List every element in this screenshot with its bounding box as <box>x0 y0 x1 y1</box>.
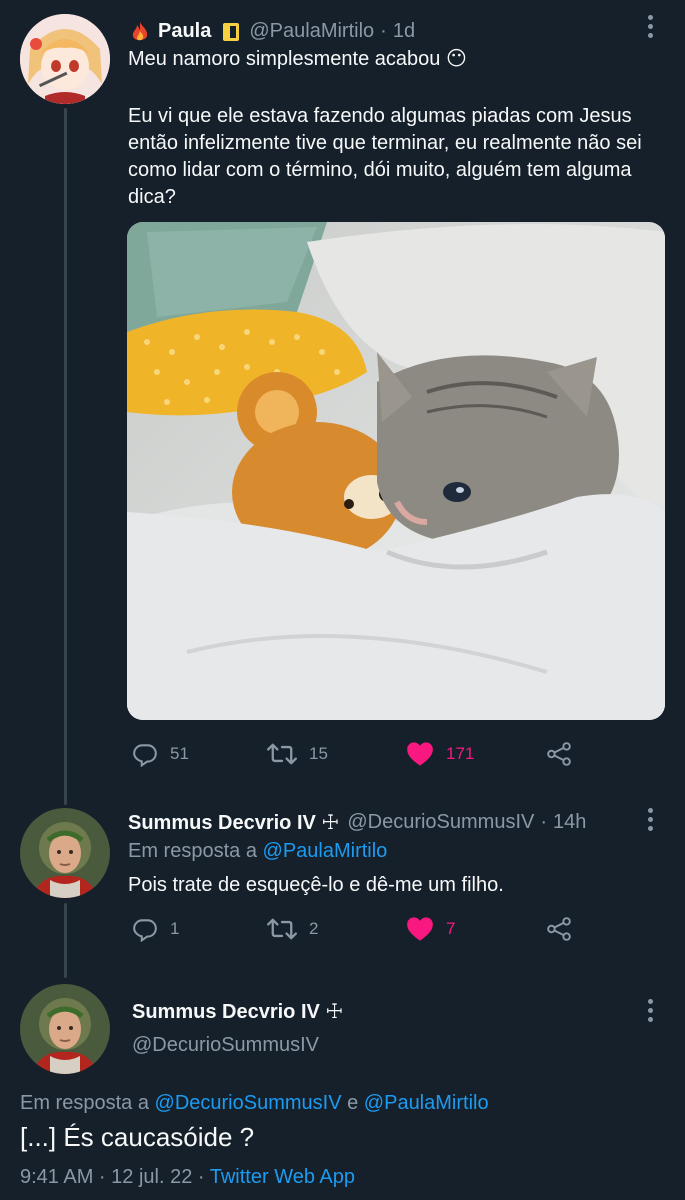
heart-icon <box>407 742 433 766</box>
retweet-count: 15 <box>309 744 328 763</box>
like-button[interactable]: 7 <box>406 916 455 942</box>
avatar-summus[interactable] <box>20 984 110 1074</box>
focused-replying-to: Em resposta a @DecurioSummusIV e @PaulaM… <box>20 1090 489 1117</box>
reply-header: Summus Decvrio IV ☩ @DecurioSummusIV · 1… <box>128 810 586 835</box>
retweet-icon <box>267 743 297 765</box>
retweet-icon <box>267 918 297 940</box>
more-options-icon[interactable] <box>648 15 654 42</box>
focused-tweet-text: [...] És caucasóide ? <box>20 1122 255 1152</box>
dot-separator: · <box>380 20 387 42</box>
tweet-text-line1: Meu namoro simplesmente acabou 😶 <box>128 48 467 70</box>
like-count: 7 <box>446 919 456 938</box>
reply-button[interactable]: 1 <box>132 916 179 942</box>
replying-to: Em resposta a @PaulaMirtilo <box>128 838 387 865</box>
more-options-icon[interactable] <box>648 808 654 835</box>
like-count: 171 <box>446 744 475 763</box>
tweet-time[interactable]: 14h <box>553 811 586 834</box>
focused-author-name[interactable]: Summus Decvrio IV ☩ <box>132 999 343 1024</box>
tweet-text: Pois trate de esqueçê-lo e dê-me um filh… <box>128 874 504 896</box>
replying-to-link[interactable]: @PaulaMirtilo <box>364 1092 489 1114</box>
retweet-count: 2 <box>309 919 319 938</box>
avatar-paula[interactable] <box>20 14 110 104</box>
retweet-button[interactable]: 15 <box>267 741 328 767</box>
focused-source[interactable]: Twitter Web App <box>210 1166 355 1188</box>
reply-icon <box>133 919 157 942</box>
focused-author-handle[interactable]: @DecurioSummusIV <box>132 1034 319 1057</box>
reply-icon <box>133 744 157 767</box>
tweet-time[interactable]: 1d <box>393 20 415 43</box>
retweet-button[interactable]: 2 <box>267 916 318 942</box>
thread-connector <box>64 903 67 978</box>
author-handle[interactable]: @DecurioSummusIV <box>347 811 534 834</box>
dot-separator: · <box>540 811 548 833</box>
more-options-icon[interactable] <box>648 999 654 1026</box>
thread-connector <box>64 108 67 805</box>
author-handle[interactable]: @PaulaMirtilo <box>249 20 374 43</box>
replying-to-prefix: Em resposta a <box>20 1092 149 1114</box>
replying-to-link[interactable]: @DecurioSummusIV <box>155 1092 342 1114</box>
tweet-image[interactable] <box>127 222 665 720</box>
author-name[interactable]: Paula <box>158 20 211 43</box>
author-name[interactable]: Summus Decvrio IV ☩ <box>128 810 339 835</box>
share-button[interactable] <box>545 916 573 942</box>
replying-to-and: e <box>347 1092 359 1114</box>
heart-icon <box>407 917 433 941</box>
reply-button[interactable]: 51 <box>132 741 189 767</box>
fire-icon <box>130 21 150 43</box>
share-icon <box>547 917 571 941</box>
focused-timestamp[interactable]: 9:41 AM · 12 jul. 22 · <box>20 1166 205 1188</box>
like-button[interactable]: 171 <box>406 741 474 767</box>
focused-meta: 9:41 AM · 12 jul. 22 · Twitter Web App <box>20 1164 355 1191</box>
avatar-summus[interactable] <box>20 808 110 898</box>
replying-to-link[interactable]: @PaulaMirtilo <box>263 840 388 862</box>
tweet-text-body: Eu vi que ele estava fazendo algumas pia… <box>128 105 642 208</box>
reply-count: 51 <box>170 744 189 763</box>
share-button[interactable] <box>545 741 573 767</box>
badge-icon <box>223 22 240 41</box>
reply-count: 1 <box>170 919 180 938</box>
share-icon <box>547 742 571 766</box>
tweet-header: Paula @PaulaMirtilo · 1d <box>130 20 415 43</box>
replying-to-prefix: Em resposta a <box>128 840 257 862</box>
